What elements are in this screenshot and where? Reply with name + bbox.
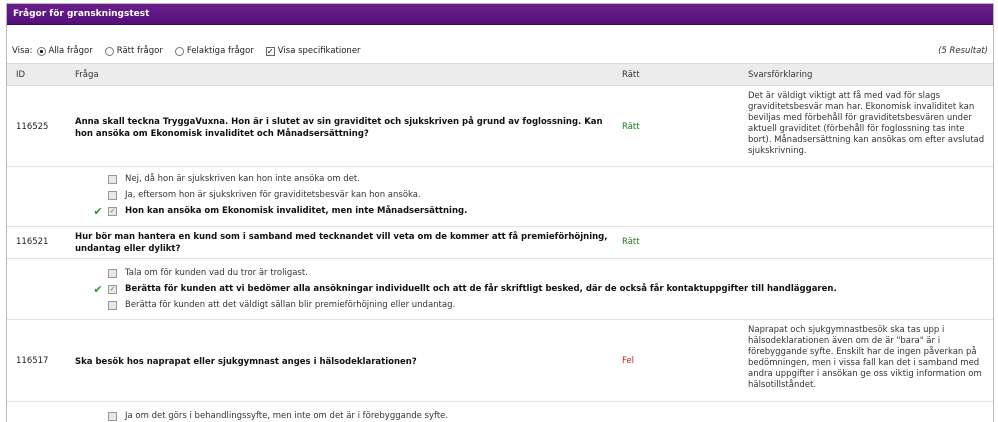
question-id: 116521 xyxy=(16,237,49,247)
table-row: 116525 Anna skall teckna TryggaVuxna. Ho… xyxy=(7,87,993,167)
show-spec-label: Visa specifikationer xyxy=(277,46,361,56)
question-result: Fel xyxy=(622,356,635,366)
table-header: ID Fråga Rätt Svarsförklaring xyxy=(7,63,993,86)
filter-right-option[interactable]: Rätt frågor xyxy=(104,46,163,56)
answer-item: ✔ ✓ Berätta för kunden att vi bedömer al… xyxy=(91,282,837,296)
answer-text: Nej, då hon är sjukskriven kan hon inte … xyxy=(125,174,360,184)
question-text: Anna skall teckna TryggaVuxna. Hon är i … xyxy=(75,117,603,139)
question-text: Hur bör man hantera en kund som i samban… xyxy=(75,232,608,254)
answer-text: Berätta för kunden att det väldigt sälla… xyxy=(125,300,456,310)
answer-text: Hon kan ansöka om Ekonomisk invaliditet,… xyxy=(125,206,468,216)
answer-checkbox xyxy=(108,190,117,200)
filter-all-option[interactable]: Alla frågor xyxy=(36,46,93,56)
question-explanation: Det är väldigt viktigt att få med vad fö… xyxy=(748,91,985,156)
correct-check-icon: ✔ xyxy=(93,204,103,218)
column-question: Fråga xyxy=(75,70,99,80)
column-right: Rätt xyxy=(622,70,640,80)
answer-checkbox xyxy=(108,411,117,421)
answer-list: Nej, då hon är sjukskriven kan hon inte … xyxy=(7,167,993,227)
questions-panel: Frågor för granskningstest Visa: Alla fr… xyxy=(6,3,994,422)
answer-text: Ja om det görs i behandlingssyfte, men i… xyxy=(125,411,449,421)
column-explanation: Svarsförklaring xyxy=(748,70,813,80)
results-count: (5 Resultat) xyxy=(938,46,988,56)
answer-text: Ja, eftersom hon är sjukskriven för grav… xyxy=(125,190,421,200)
answer-checkbox: ✓ xyxy=(108,206,117,216)
question-result: Rätt xyxy=(622,237,640,247)
answer-item: Ja, eftersom hon är sjukskriven för grav… xyxy=(91,189,421,201)
answer-item: Tala om för kunden vad du tror är trolig… xyxy=(91,267,308,279)
radio-all[interactable] xyxy=(36,46,46,56)
question-id: 116517 xyxy=(16,356,49,366)
answer-item: Berätta för kunden att det väldigt sälla… xyxy=(91,299,455,311)
column-id: ID xyxy=(16,70,26,80)
show-spec-checkbox[interactable]: ✓ xyxy=(265,46,275,56)
answer-item: ✔ ✓ Hon kan ansöka om Ekonomisk invalidi… xyxy=(91,204,468,218)
filter-label: Visa: xyxy=(12,46,33,56)
panel-title: Frågor för granskningstest xyxy=(7,4,993,25)
answer-list: Tala om för kunden vad du tror är trolig… xyxy=(7,259,993,320)
answer-text: Tala om för kunden vad du tror är trolig… xyxy=(125,268,308,278)
answer-item: Ja om det görs i behandlingssyfte, men i… xyxy=(91,410,448,422)
question-id: 116525 xyxy=(16,122,49,132)
answer-text: Berätta för kunden att vi bedömer alla a… xyxy=(125,284,837,294)
radio-wrong[interactable] xyxy=(174,46,184,56)
table-row: 116517 Ska besök hos naprapat eller sjuk… xyxy=(7,320,993,402)
filter-wrong-label: Felaktiga frågor xyxy=(186,46,254,56)
filter-wrong-option[interactable]: Felaktiga frågor xyxy=(174,46,254,56)
radio-right[interactable] xyxy=(104,46,114,56)
correct-check-icon: ✔ xyxy=(93,282,103,296)
question-explanation: Naprapat och sjukgymnastbesök ska tas up… xyxy=(748,325,982,390)
question-result: Rätt xyxy=(622,122,640,132)
answer-checkbox xyxy=(108,174,117,184)
answer-checkbox: ✓ xyxy=(108,284,117,294)
answer-checkbox xyxy=(108,300,117,310)
filter-bar: Visa: Alla frågor Rätt frågor Felaktiga … xyxy=(12,45,988,57)
answer-list: Ja om det görs i behandlingssyfte, men i… xyxy=(7,402,993,422)
answer-checkbox xyxy=(108,268,117,278)
question-text: Ska besök hos naprapat eller sjukgymnast… xyxy=(75,357,417,367)
filter-right-label: Rätt frågor xyxy=(116,46,163,56)
answer-item: Nej, då hon är sjukskriven kan hon inte … xyxy=(91,173,360,185)
filter-all-label: Alla frågor xyxy=(48,46,93,56)
show-spec-option[interactable]: ✓ Visa specifikationer xyxy=(265,46,361,56)
table-row: 116521 Hur bör man hantera en kund som i… xyxy=(7,227,993,259)
